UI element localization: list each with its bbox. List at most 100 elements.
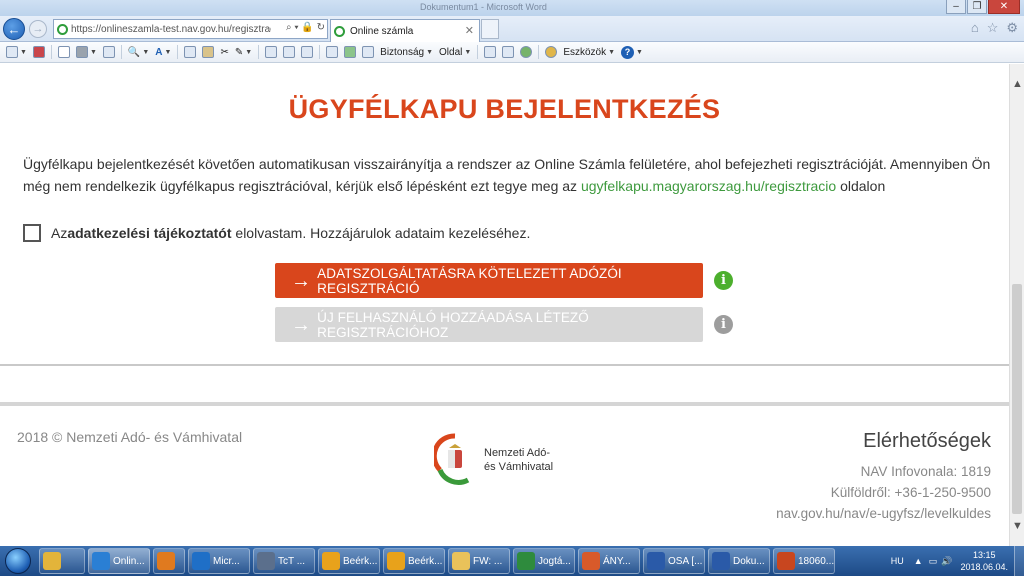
email-button[interactable]	[102, 46, 115, 58]
tool-button-4[interactable]	[326, 46, 339, 58]
windows-taskbar: Onlin... Micr... TcT ... Beérk... Beérk... FW…	[0, 546, 1024, 576]
ugyfelkapu-registration-link[interactable]: ugyfelkapu.magyarorszag.hu/regisztracio	[581, 178, 836, 194]
back-button[interactable]: ←	[3, 18, 25, 40]
scroll-down-icon[interactable]: ▼	[1012, 520, 1023, 532]
tool-button-6[interactable]	[362, 46, 375, 58]
address-bar[interactable]: https://onlineszamla-test.nav.gov.hu/reg…	[53, 19, 328, 39]
taskbar-item[interactable]: Jogtá...	[513, 548, 575, 574]
taskbar-item[interactable]: Beérk...	[318, 548, 380, 574]
taskbar-item[interactable]: FW: ...	[448, 548, 510, 574]
taskbar-item-label: Beérk...	[408, 555, 443, 567]
scroll-up-icon[interactable]: ▲	[1012, 78, 1023, 90]
volume-icon[interactable]: 🔊	[941, 556, 952, 567]
cut-button[interactable]: ✂	[220, 47, 228, 58]
search-icon[interactable]: ⌕	[286, 22, 292, 33]
window-controls: – ❐ ✕	[946, 0, 1020, 14]
page-menu[interactable]: Oldal ▼	[439, 47, 471, 58]
frame-icon	[362, 46, 375, 58]
tool-button-7[interactable]	[484, 46, 497, 58]
scrollbar-thumb[interactable]	[1012, 284, 1022, 514]
taxpayer-registration-button[interactable]: → ADATSZOLGÁLTATÁSRA KÖTELEZETT ADÓZÓI R…	[275, 263, 703, 298]
help-menu[interactable]: ? ▼	[621, 45, 643, 59]
taskbar-item[interactable]: 18060...	[773, 548, 835, 574]
taskbar-item-label: Beérk...	[343, 555, 378, 567]
taskbar-item[interactable]	[153, 548, 185, 574]
home-command-button[interactable]: ▼	[6, 46, 27, 58]
clock[interactable]: 13:15 2018.06.04.	[960, 549, 1008, 573]
taskbar-item[interactable]: Micr...	[188, 548, 250, 574]
show-desktop-button[interactable]	[1014, 546, 1024, 576]
print-button[interactable]: ▼	[75, 46, 97, 58]
refresh-icon[interactable]: ↻	[317, 22, 325, 33]
app-icon	[517, 552, 535, 570]
dropdown-arrow-icon[interactable]: ▾	[294, 22, 298, 33]
paste-button[interactable]	[202, 46, 215, 58]
divider	[0, 364, 1009, 366]
tool-button-5[interactable]	[344, 46, 357, 58]
settings-gear-icon[interactable]: ⚙	[1006, 20, 1018, 36]
tool-button-8[interactable]	[502, 46, 515, 58]
window-title: Dokumentum1 - Microsoft Word	[420, 2, 547, 12]
tool-button-2[interactable]	[283, 46, 296, 58]
text-size-button[interactable]: A ▼	[155, 47, 171, 58]
tray-expand-icon[interactable]: ▲	[914, 556, 923, 566]
network-icon[interactable]: ▭	[929, 556, 938, 567]
taskbar-item[interactable]: Beérk...	[383, 548, 445, 574]
page-label: Oldal	[439, 46, 463, 58]
taskbar-item[interactable]: OSA [...	[643, 548, 705, 574]
page-title: ÜGYFÉLKAPU BEJELENTKEZÉS	[288, 94, 721, 124]
tool-button-1[interactable]	[265, 46, 278, 58]
taskbar-item[interactable]: Onlin...	[88, 548, 150, 574]
consent-checkbox[interactable]	[23, 224, 41, 242]
tab-title: Online számla	[350, 25, 414, 37]
footer-divider	[0, 402, 1009, 406]
address-url[interactable]: https://onlineszamla-test.nav.gov.hu/reg…	[71, 24, 271, 35]
zoom-button[interactable]: 🔍 ▼	[128, 47, 149, 58]
forward-button[interactable]: →	[29, 20, 47, 38]
intro-paragraph: Ügyfélkapu bejelentkezését követően auto…	[23, 153, 998, 197]
consent-prefix: Az	[51, 225, 68, 241]
feeds-button[interactable]	[32, 46, 45, 58]
tab-close-icon[interactable]: ✕	[465, 24, 474, 37]
taskbar-item-label: OSA [...	[668, 555, 703, 567]
info-icon[interactable]: i	[714, 315, 733, 334]
close-button[interactable]: ✕	[988, 0, 1020, 14]
info-icon[interactable]: i	[714, 271, 733, 290]
privacy-notice-link[interactable]: adatkezelési tájékoztatót	[67, 225, 231, 241]
internet-explorer-icon	[92, 552, 110, 570]
taxpayer-registration-label: ADATSZOLGÁLTATÁSRA KÖTELEZETT ADÓZÓI REG…	[317, 265, 622, 296]
copy-button[interactable]	[184, 46, 197, 58]
maximize-button[interactable]: ❐	[967, 0, 987, 14]
tool-button-9[interactable]	[520, 46, 533, 58]
copy-icon	[184, 46, 197, 58]
taskbar-item[interactable]: ÁNY...	[578, 548, 640, 574]
pen-icon: ✎	[234, 46, 244, 58]
favorites-star-icon[interactable]: ☆	[987, 20, 999, 36]
home-icon[interactable]: ⌂	[971, 20, 979, 36]
minimize-button[interactable]: –	[946, 0, 966, 14]
logo-text: Nemzeti Adó- és Vámhivatal	[484, 446, 553, 474]
clock-time: 13:15	[972, 550, 996, 560]
contact-title: Elérhetőségek	[863, 430, 991, 452]
add-user-button[interactable]: → ÚJ FELHASZNÁLÓ HOZZÁADÁSA LÉTEZŐ REGIS…	[275, 307, 703, 342]
taskbar-item[interactable]: TcT ...	[253, 548, 315, 574]
page-button[interactable]	[57, 46, 70, 58]
tool-button-3[interactable]	[301, 46, 314, 58]
start-button[interactable]	[0, 546, 36, 576]
safety-menu[interactable]: Biztonság ▼	[380, 47, 433, 58]
tool-button-10[interactable]	[545, 46, 558, 58]
arrow-right-icon: →	[291, 313, 312, 336]
tab-online-szamla[interactable]: Online számla ✕	[330, 19, 480, 42]
pen-button[interactable]: ✎ ▼	[235, 47, 252, 58]
taskbar-item[interactable]	[39, 548, 85, 574]
tools-menu[interactable]: Eszközök ▼	[563, 47, 615, 58]
taskbar-item[interactable]: Doku...	[708, 548, 770, 574]
vertical-scrollbar[interactable]: ▲ ▼	[1009, 64, 1024, 546]
new-tab-button[interactable]	[481, 19, 499, 39]
arrow-right-icon: →	[291, 269, 312, 292]
language-indicator[interactable]: HU	[891, 556, 904, 566]
powerpoint-icon	[777, 552, 795, 570]
lock-icon[interactable]: 🔒	[301, 22, 313, 33]
consent-suffix: elolvastam. Hozzájárulok adataim kezelés…	[231, 225, 531, 241]
contact-link[interactable]: nav.gov.hu/nav/e-ugyfsz/levelkuldes	[776, 503, 991, 524]
